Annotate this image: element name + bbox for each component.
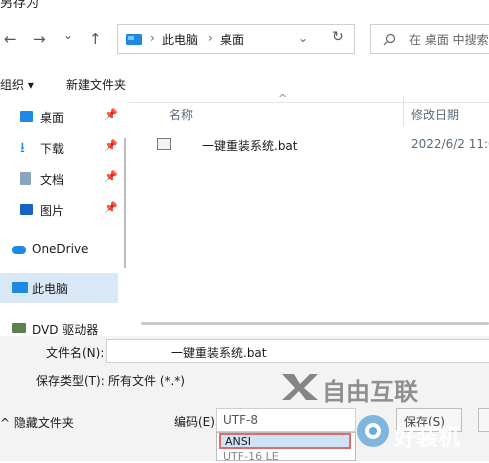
encoding-select[interactable]: UTF-8 (216, 408, 356, 432)
encoding-option-ansi[interactable]: ANSI (219, 433, 351, 449)
file-name: 一键重装系统.bat (202, 139, 298, 153)
encoding-label: 编码(E): (174, 415, 219, 429)
forward-button[interactable]: → (33, 30, 46, 48)
navigation-pane: 桌面 📌 ⭳ 下载 📌 文档 📌 图片 📌 OneDrive 此电脑 DVD 驱… (0, 102, 128, 352)
sidebar-item-pictures[interactable]: 图片 📌 (0, 195, 120, 225)
filetype-select[interactable]: 所有文件 (*.*) (108, 372, 185, 389)
column-header-name[interactable]: 名称 (169, 106, 193, 123)
sidebar-item-label: 图片 (40, 204, 65, 218)
sidebar-item-label: 此电脑 (32, 282, 69, 296)
picture-icon (20, 204, 33, 215)
sidebar-item-label: 文档 (40, 173, 65, 187)
watermark-x-logo (282, 374, 318, 400)
cancel-button[interactable] (478, 408, 489, 432)
sidebar-item-this-pc[interactable]: 此电脑 (0, 273, 118, 303)
breadcrumb-separator: › (150, 31, 155, 45)
sidebar-item-label: 桌面 (40, 111, 65, 125)
column-header-modified[interactable]: 修改日期 (411, 106, 459, 123)
encoding-option-utf16le[interactable]: UTF-16 LE (223, 450, 279, 463)
computer-icon (12, 282, 28, 293)
pin-icon: 📌 (104, 108, 118, 121)
address-bar[interactable]: › 此电脑 › 桌面 ⌄ (117, 24, 355, 54)
breadcrumb-this-pc[interactable]: 此电脑 (162, 31, 198, 48)
filetype-label: 保存类型(T): (36, 374, 105, 388)
watermark-text: 自由互联 (322, 378, 418, 406)
watermark-text: 好装机 (394, 426, 461, 451)
search-placeholder: 在 桌面 中搜索 (409, 33, 489, 47)
recent-locations-button[interactable]: ⌄ (63, 28, 73, 42)
window-title: 另存为 (0, 0, 40, 11)
search-box[interactable]: 在 桌面 中搜索 (370, 24, 489, 54)
dvd-icon (12, 323, 26, 333)
refresh-button[interactable]: ↻ (332, 29, 344, 45)
pin-icon: 📌 (104, 170, 118, 183)
new-folder-button[interactable]: 新建文件夹 (66, 76, 126, 93)
desktop-icon (20, 111, 33, 122)
encoding-value: UTF-8 (223, 413, 258, 427)
sort-ascending-icon: ^ (278, 92, 288, 105)
up-button[interactable]: ↑ (89, 30, 102, 48)
breadcrumb-desktop[interactable]: 桌面 (220, 31, 244, 48)
encoding-options-list: ANSI UTF-16 LE (216, 432, 356, 463)
breadcrumb-separator: › (208, 31, 213, 45)
document-icon (20, 172, 31, 185)
file-row[interactable]: 一键重装系统.bat 2022/6/2 11:0 (150, 132, 489, 156)
sidebar-item-onedrive[interactable]: OneDrive (0, 235, 120, 265)
pin-icon: 📌 (104, 139, 118, 152)
watermark-circle-logo (357, 415, 389, 447)
batch-file-icon (157, 138, 171, 150)
column-divider[interactable] (403, 96, 404, 126)
filename-value: 一键重装系统.bat (171, 346, 267, 360)
hide-folders-button[interactable]: ^ 隐藏文件夹 (0, 414, 74, 431)
organize-button[interactable]: 组织 ▾ (0, 76, 34, 93)
file-modified: 2022/6/2 11:0 (411, 137, 489, 151)
filename-field[interactable]: 一键重装系统.bat (106, 339, 489, 363)
sidebar-item-label: 下载 (40, 142, 65, 156)
encoding-option-label: ANSI (225, 435, 251, 448)
sidebar-scrollbar[interactable] (124, 138, 126, 268)
back-button[interactable]: ← (4, 30, 17, 48)
sidebar-item-label: OneDrive (32, 242, 89, 256)
sidebar-item-documents[interactable]: 文档 📌 (0, 164, 120, 194)
computer-icon (126, 34, 142, 45)
chevron-up-icon: ^ (0, 416, 14, 430)
pin-icon: 📌 (104, 201, 118, 214)
filename-label: 文件名(N): (46, 346, 105, 360)
file-list-scrollbar[interactable] (141, 322, 489, 325)
address-dropdown-button[interactable]: ⌄ (298, 31, 308, 45)
hide-folders-label: 隐藏文件夹 (13, 416, 74, 430)
sidebar-item-desktop[interactable]: 桌面 📌 (0, 102, 120, 132)
download-icon: ⭳ (20, 140, 25, 156)
search-icon (383, 33, 396, 46)
sidebar-item-downloads[interactable]: ⭳ 下载 📌 (0, 133, 120, 163)
cloud-icon (12, 246, 26, 254)
